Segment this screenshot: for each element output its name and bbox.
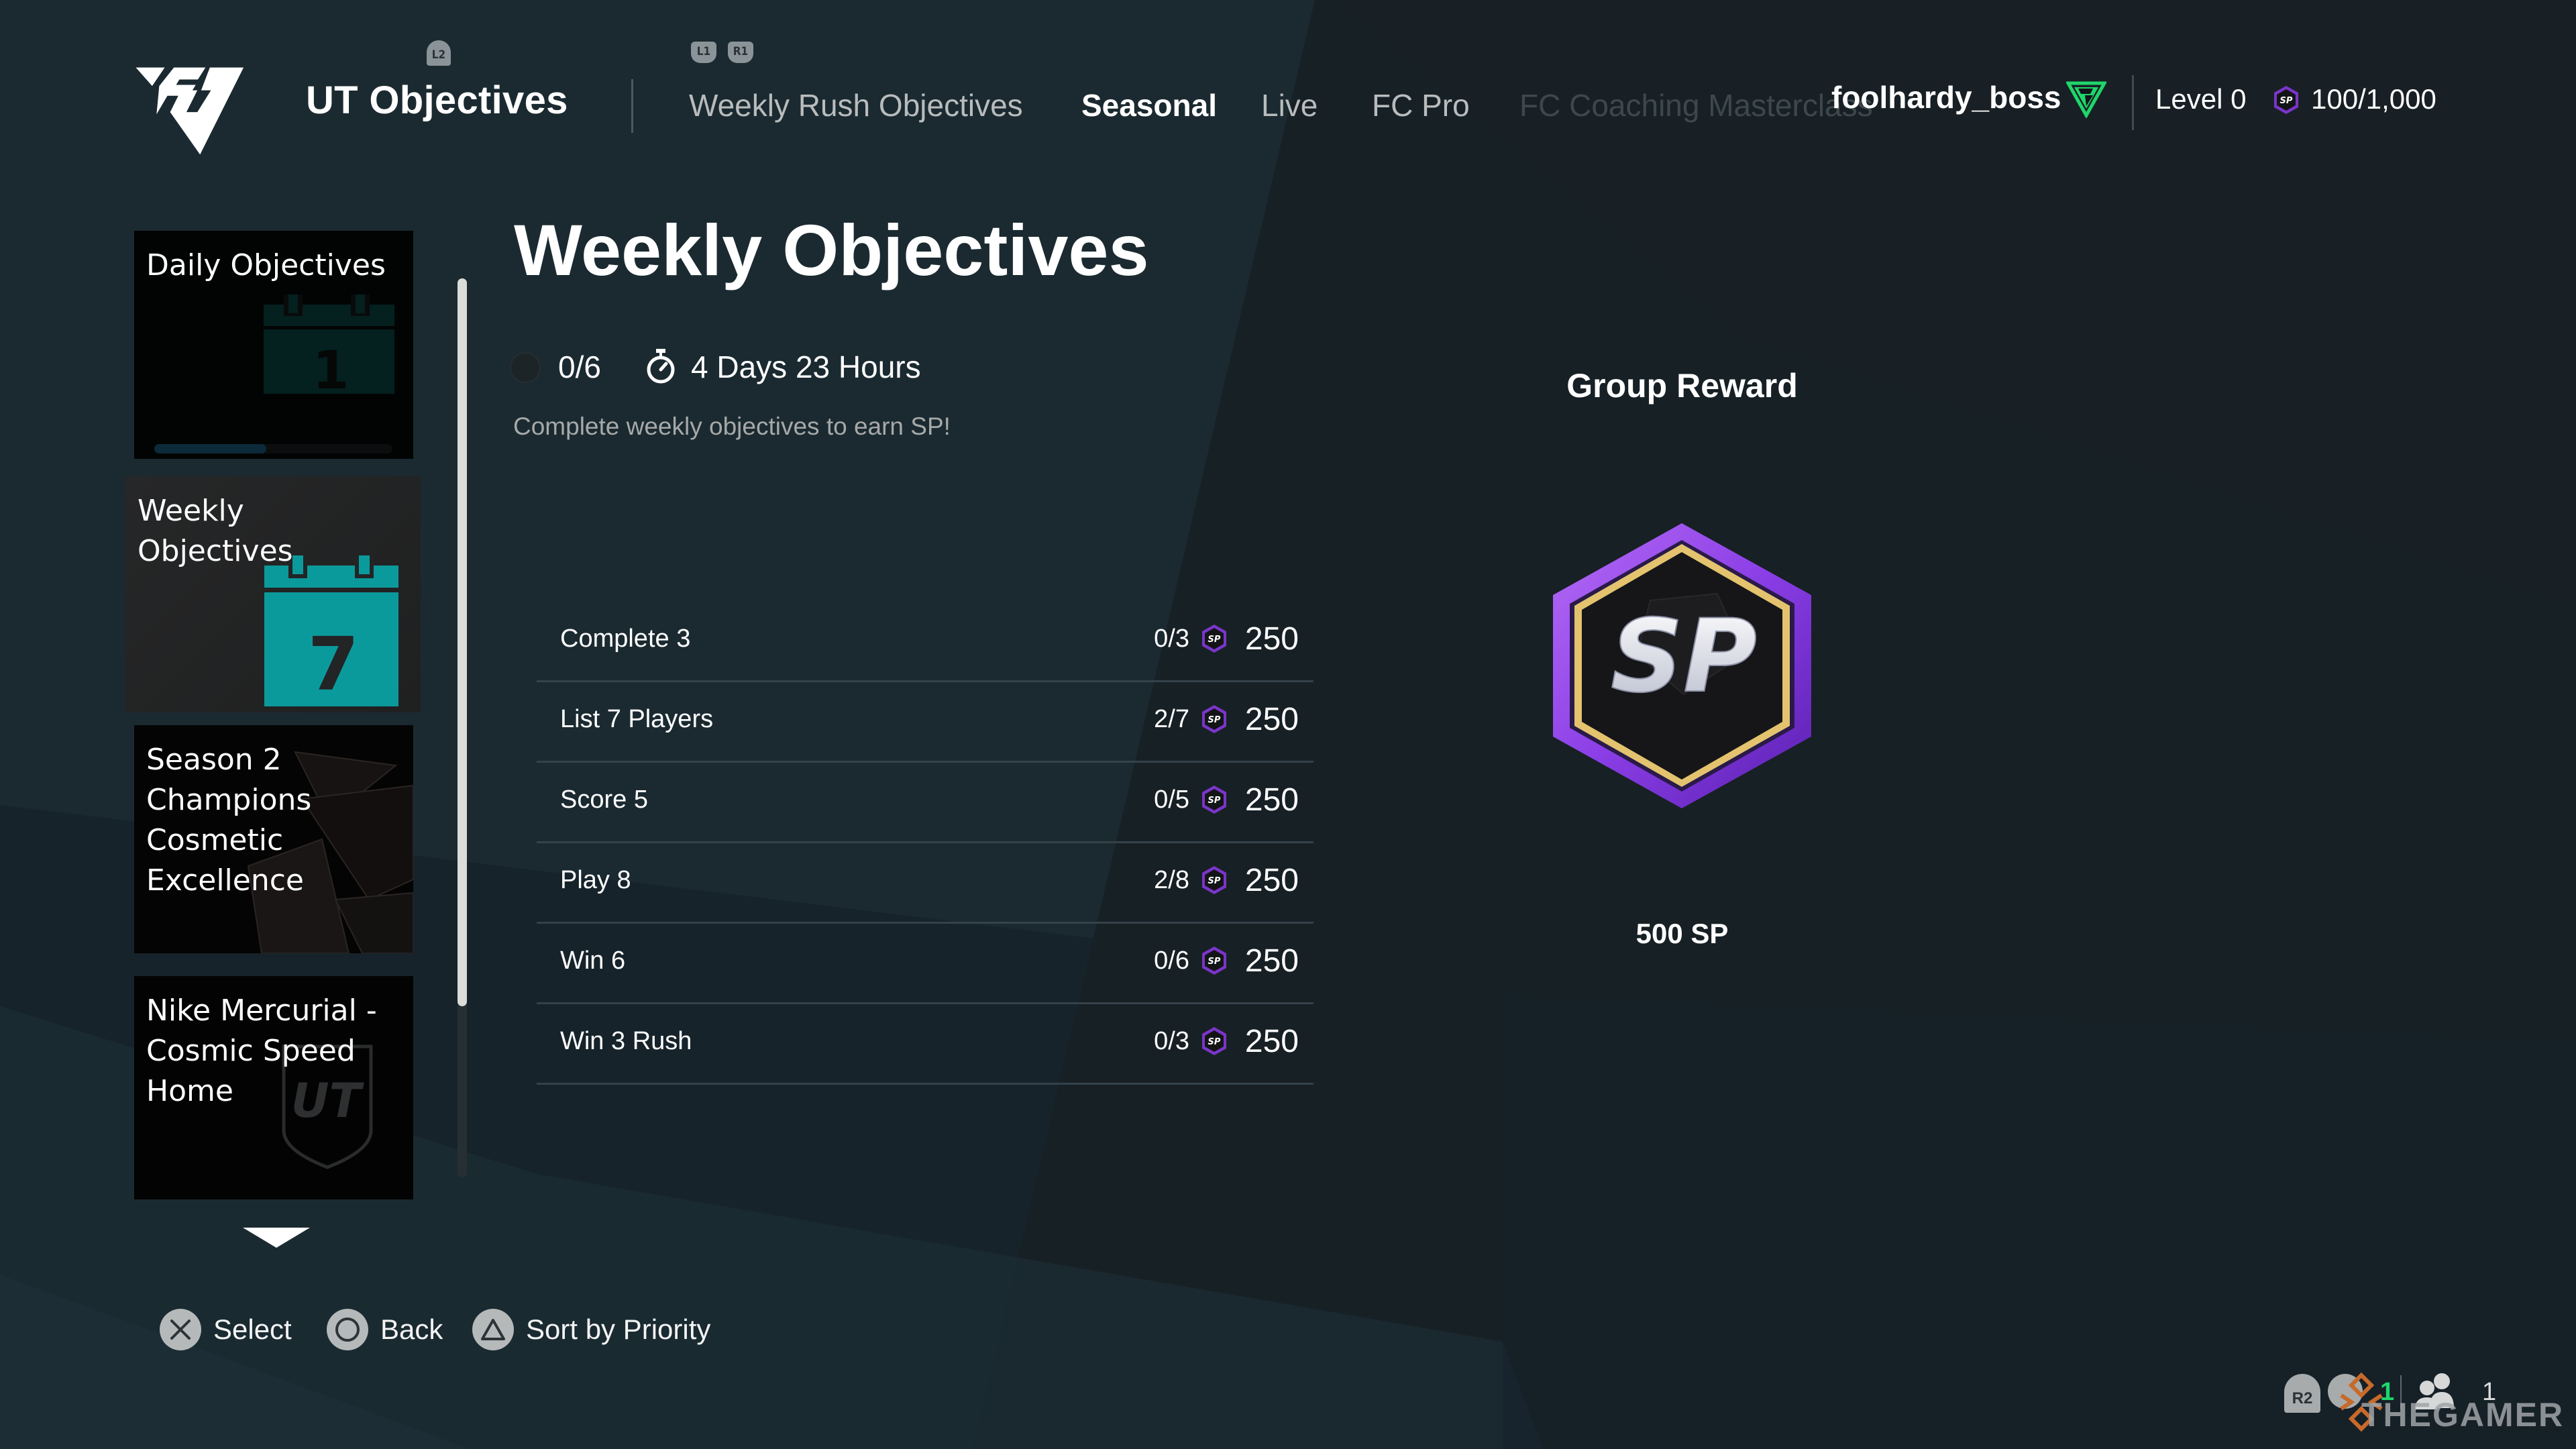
objective-name: Win 6 (560, 947, 626, 975)
objective-row[interactable]: Win 3 Rush 0/3 SP 250 (537, 1004, 1313, 1085)
objectives-progress: 0/6 (558, 350, 601, 384)
sidebar-item-label: Nike Mercurial - Cosmic Speed Home (146, 994, 377, 1108)
sidebar-item-season-2-champions[interactable]: Season 2 Champions Cosmetic Excellence (134, 725, 413, 953)
sp-coin-icon: SP (1202, 1027, 1226, 1055)
objective-row[interactable]: List 7 Players 2/7 SP 250 (537, 682, 1313, 763)
group-reward-amount: 500 SP (1635, 918, 1729, 949)
sidebar-item-label: Weekly Objectives (138, 494, 293, 568)
tab-fc-coaching-masterclass[interactable]: FC Coaching Masterclass (1519, 87, 1873, 123)
header-divider (631, 79, 633, 133)
objective-name: List 7 Players (560, 705, 714, 733)
svg-text:SP: SP (1208, 876, 1221, 886)
objective-row[interactable]: Score 5 0/5 SP 250 (537, 763, 1313, 843)
svg-text:SP: SP (1208, 635, 1221, 645)
select-button[interactable]: Select (160, 1308, 292, 1351)
r2-hint-icon: R2 (2284, 1374, 2320, 1413)
time-remaining: 4 Days 23 Hours (691, 350, 921, 384)
sidebar-item-label: Season 2 Champions Cosmetic Excellence (146, 743, 312, 898)
objective-reward: 250 (1244, 943, 1299, 979)
tab-fc-pro[interactable]: FC Pro (1372, 87, 1470, 123)
sp-coin-icon: SP (1202, 947, 1226, 975)
user-divider (2132, 75, 2134, 130)
objective-reward: 250 (1244, 702, 1299, 737)
svg-text:SP: SP (1208, 957, 1221, 967)
sp-coin-icon: SP (1202, 866, 1226, 894)
svg-text:SP: SP (1611, 598, 1757, 715)
objective-progress: 0/6 (1154, 947, 1189, 975)
back-button[interactable]: Back (327, 1308, 443, 1351)
objective-name: Win 3 Rush (560, 1027, 692, 1055)
sort-label: Sort by Priority (526, 1313, 711, 1345)
sidebar-item-weekly-objectives[interactable]: Weekly Objectives 7 (125, 476, 421, 712)
cross-button-icon (160, 1309, 201, 1350)
green-triangle-rank-icon (2066, 81, 2106, 118)
tab-weekly-rush-objectives[interactable]: Weekly Rush Objectives (689, 87, 1023, 123)
daily-progress-bar (154, 444, 392, 453)
objective-progress: 2/7 (1154, 705, 1189, 733)
svg-text:SP: SP (1208, 715, 1221, 725)
svg-text:7: 7 (308, 621, 360, 706)
page-title: Weekly Objectives (514, 209, 1149, 290)
group-reward-title: Group Reward (1566, 367, 1798, 405)
tab-live[interactable]: Live (1261, 87, 1318, 123)
svg-text:SP: SP (1208, 1037, 1221, 1047)
sp-coin-icon: SP (1202, 625, 1226, 653)
sp-coin-icon: SP (2274, 86, 2298, 114)
objective-progress: 0/3 (1154, 1027, 1189, 1055)
objectives-description: Complete weekly objectives to earn SP! (513, 413, 951, 440)
fc-logo (136, 67, 244, 155)
objective-progress: 0/3 (1154, 625, 1189, 653)
stopwatch-icon (647, 349, 675, 384)
l2-hint-icon: L2 (427, 40, 451, 66)
triangle-button-icon (472, 1309, 514, 1350)
l1-hint-icon: L1 (691, 42, 716, 63)
sp-coin-icon: SP (1202, 786, 1226, 814)
objective-reward: 250 (1244, 863, 1299, 898)
sidebar-scrollbar-thumb[interactable] (458, 278, 467, 1007)
username: foolhardy_boss (1831, 80, 2061, 115)
objectives-list: Complete 3 0/3 SP 250 List 7 Players 2/7… (537, 602, 1313, 1085)
objective-row[interactable]: Win 6 0/6 SP 250 (537, 924, 1313, 1004)
completion-status-icon (510, 352, 541, 383)
sidebar-item-nike-mercurial[interactable]: UT Nike Mercurial - Cosmic Speed Home (134, 976, 413, 1199)
objective-name: Complete 3 (560, 625, 691, 653)
calendar-week-icon: 7 (264, 555, 398, 706)
scroll-down-arrow-icon[interactable] (243, 1228, 310, 1248)
back-label: Back (380, 1313, 443, 1345)
sp-coin-icon: SP (1202, 705, 1226, 733)
app-title: UT Objectives (306, 78, 568, 122)
circle-button-icon (327, 1309, 368, 1350)
tab-seasonal[interactable]: Seasonal (1081, 87, 1217, 123)
objective-progress: 2/8 (1154, 866, 1189, 894)
sidebar-item-label: Daily Objectives (146, 248, 386, 282)
user-level: Level 0 (2155, 83, 2247, 115)
select-label: Select (213, 1313, 292, 1345)
objective-progress: 0/5 (1154, 786, 1189, 814)
svg-text:SP: SP (1208, 796, 1221, 806)
sp-progress: 100/1,000 (2311, 83, 2436, 115)
objective-row[interactable]: Play 8 2/8 SP 250 (537, 843, 1313, 924)
objective-name: Score 5 (560, 786, 648, 814)
daily-progress-fill (154, 444, 266, 453)
svg-text:SP: SP (2280, 96, 2293, 106)
calendar-day-icon: 1 (264, 294, 394, 394)
objective-reward: 250 (1244, 782, 1299, 818)
watermark: THEGAMER (2361, 1396, 2565, 1434)
sp-reward-badge-icon: SP (1553, 523, 1811, 808)
objective-row[interactable]: Complete 3 0/3 SP 250 (537, 602, 1313, 682)
svg-text:1: 1 (313, 341, 349, 394)
sort-by-priority-button[interactable]: Sort by Priority (472, 1308, 710, 1351)
objective-name: Play 8 (560, 866, 631, 894)
sidebar-item-daily-objectives[interactable]: Daily Objectives 1 (134, 231, 413, 459)
objective-reward: 250 (1244, 1024, 1299, 1059)
objective-reward: 250 (1244, 621, 1299, 657)
status-bar: R2 1 1 THEGAMER (2281, 1368, 2563, 1436)
r1-hint-icon: R1 (728, 42, 753, 63)
